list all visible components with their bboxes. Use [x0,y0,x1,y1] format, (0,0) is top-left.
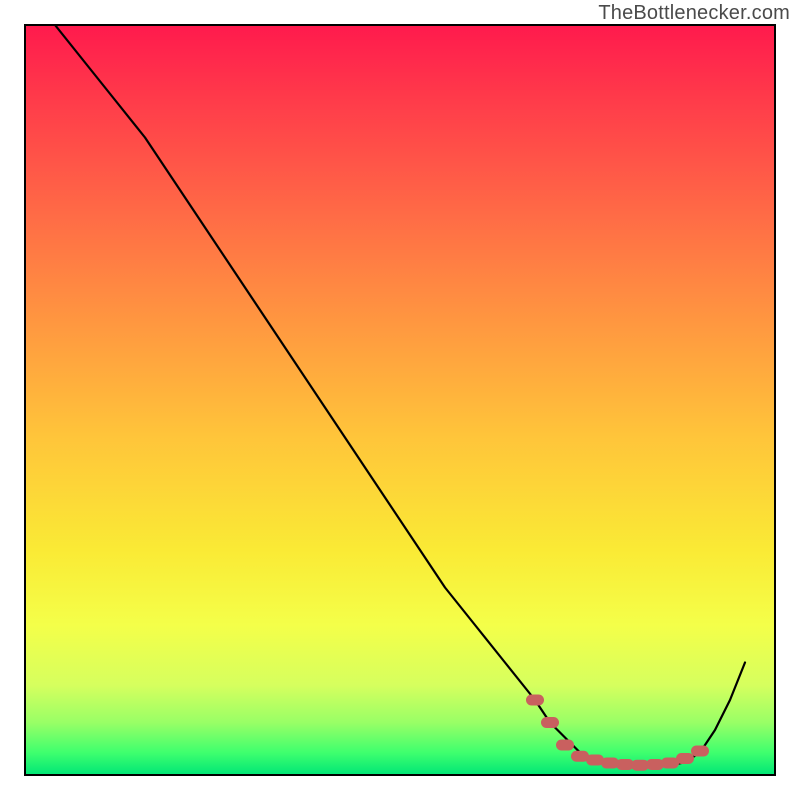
watermark-text: TheBottlenecker.com [598,2,790,25]
bottleneck-chart [0,0,800,800]
marker-dot [526,695,544,706]
marker-dot [541,717,559,728]
marker-dot [556,740,574,751]
chart-container: TheBottlenecker.com [0,0,800,800]
marker-dot [691,746,709,757]
plot-background [25,25,775,775]
marker-dot [676,753,694,764]
